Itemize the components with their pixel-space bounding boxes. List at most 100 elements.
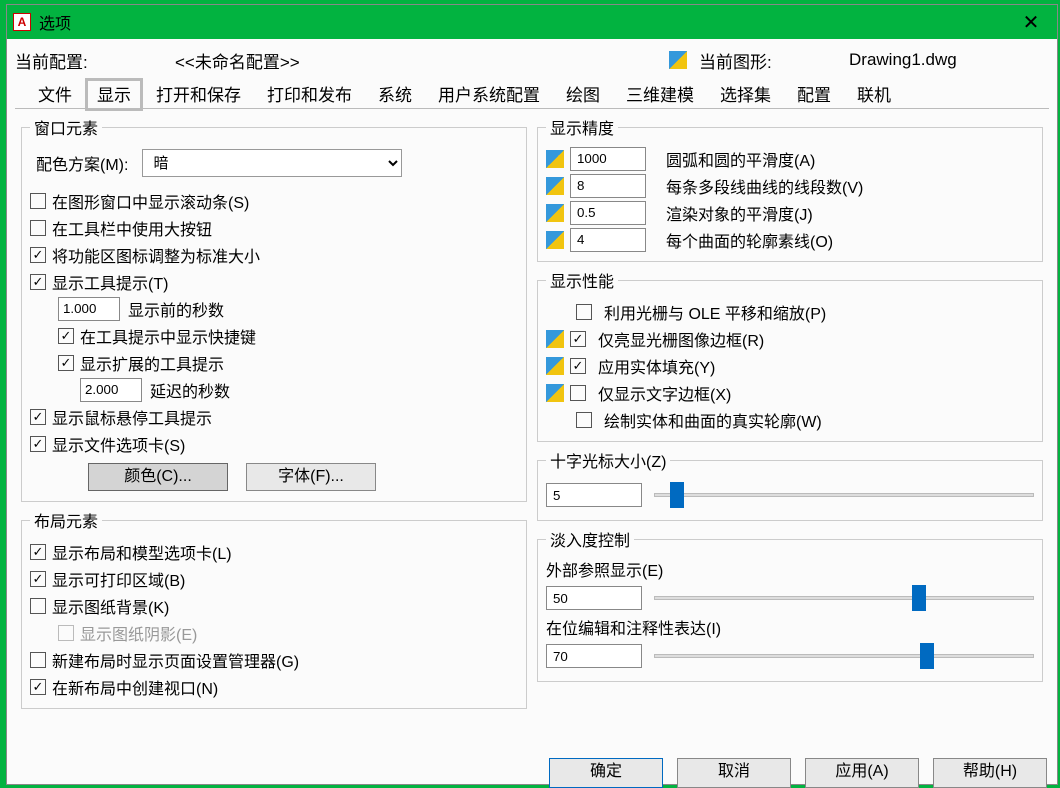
cb-pan-zoom-raster[interactable] [576,304,592,320]
current-drawing-value: Drawing1.dwg [849,50,1049,70]
lbl-create-viewport: 在新布局中创建视口(N) [52,675,218,699]
lbl-rollover-tooltips: 显示鼠标悬停工具提示 [52,405,212,429]
tab-drafting[interactable]: 绘图 [553,79,613,109]
lbl-show-tooltips: 显示工具提示(T) [52,270,168,294]
cb-show-tooltips[interactable] [30,274,46,290]
polyline-segments-label: 每条多段线曲线的线段数(V) [652,174,863,198]
lbl-shortcut-keys: 在工具提示中显示快捷键 [80,324,256,348]
apply-button[interactable]: 应用(A) [805,758,919,788]
tab-files[interactable]: 文件 [25,79,85,109]
current-profile-value: <<未命名配置>> [175,48,475,73]
dwg-icon [546,150,564,168]
tab-system[interactable]: 系统 [365,79,425,109]
group-fade-control: 淡入度控制 外部参照显示(E) 在位编辑和注释性表达(I) [537,527,1043,682]
group-crosshair-size: 十字光标大小(Z) [537,448,1043,521]
lbl-page-setup-mgr: 新建布局时显示页面设置管理器(G) [52,648,299,672]
window-title: 选项 [39,10,71,34]
cb-draw-true-silhouettes[interactable] [576,412,592,428]
lbl-large-buttons: 在工具栏中使用大按钮 [52,216,212,240]
cb-highlight-raster-frame[interactable] [570,331,586,347]
lbl-draw-true-silhouettes: 绘制实体和曲面的真实轮廓(W) [604,408,822,432]
tab-profiles[interactable]: 配置 [784,79,844,109]
lbl-text-boundary-only: 仅显示文字边框(X) [598,381,731,405]
group-layout-elements: 布局元素 显示布局和模型选项卡(L) 显示可打印区域(B) 显示图纸背景(K) … [21,508,527,709]
crosshair-size-slider[interactable] [654,482,1034,508]
lbl-file-tabs: 显示文件选项卡(S) [52,432,185,456]
cb-printable-area[interactable] [30,571,46,587]
tab-online[interactable]: 联机 [844,79,904,109]
colors-button[interactable]: 颜色(C)... [88,463,228,491]
tab-plot-publish[interactable]: 打印和发布 [254,79,365,109]
close-button[interactable]: ✕ [1011,7,1051,37]
arc-smoothness-input[interactable] [570,147,646,171]
color-scheme-select[interactable]: 暗 [142,149,402,177]
render-smoothness-input[interactable] [570,201,646,225]
tab-display[interactable]: 显示 [85,78,143,111]
contour-lines-input[interactable] [570,228,646,252]
xref-display-label: 外部参照显示(E) [546,557,1034,581]
dwg-icon [546,384,564,402]
xref-display-slider[interactable] [654,585,1034,611]
legend-display-resolution: 显示精度 [546,115,618,139]
color-scheme-label: 配色方案(M): [36,151,128,175]
cb-resize-ribbon-icons[interactable] [30,247,46,263]
legend-layout-elements: 布局元素 [30,508,102,532]
legend-fade-control: 淡入度控制 [546,527,634,551]
lbl-layout-model-tabs: 显示布局和模型选项卡(L) [52,540,232,564]
legend-crosshair-size: 十字光标大小(Z) [546,448,670,472]
xref-display-input[interactable] [546,586,642,610]
cb-file-tabs[interactable] [30,436,46,452]
dwg-icon [546,177,564,195]
lbl-highlight-raster-frame: 仅亮显光栅图像边框(R) [598,327,764,351]
tab-3d-modeling[interactable]: 三维建模 [613,79,707,109]
dwg-icon [546,330,564,348]
cb-apply-solid-fill[interactable] [570,358,586,374]
fonts-button[interactable]: 字体(F)... [246,463,376,491]
inplace-edit-input[interactable] [546,644,642,668]
cb-paper-shadow [58,625,74,641]
lbl-paper-background: 显示图纸背景(K) [52,594,169,618]
cb-paper-background[interactable] [30,598,46,614]
polyline-segments-input[interactable] [570,174,646,198]
ok-button[interactable]: 确定 [549,758,663,788]
inplace-edit-slider[interactable] [654,643,1034,669]
lbl-scrollbars: 在图形窗口中显示滚动条(S) [52,189,249,213]
dwg-icon [546,357,564,375]
app-icon: A [13,13,31,31]
extended-delay-label: 延迟的秒数 [142,378,230,402]
cb-page-setup-mgr[interactable] [30,652,46,668]
tabs: 文件 显示 打开和保存 打印和发布 系统 用户系统配置 绘图 三维建模 选择集 … [15,79,1049,109]
group-window-elements: 窗口元素 配色方案(M): 暗 在图形窗口中显示滚动条(S) 在工具栏中使用大按… [21,115,527,502]
cb-large-buttons[interactable] [30,220,46,236]
tab-open-save[interactable]: 打开和保存 [143,79,254,109]
lbl-apply-solid-fill: 应用实体填充(Y) [598,354,715,378]
help-button[interactable]: 帮助(H) [933,758,1047,788]
crosshair-size-input[interactable] [546,483,642,507]
lbl-pan-zoom-raster: 利用光栅与 OLE 平移和缩放(P) [604,300,826,324]
cb-create-viewport[interactable] [30,679,46,695]
cb-layout-model-tabs[interactable] [30,544,46,560]
tooltip-seconds-input[interactable] [58,297,120,321]
lbl-paper-shadow: 显示图纸阴影(E) [80,621,197,645]
group-display-resolution: 显示精度 圆弧和圆的平滑度(A) 每条多段线曲线的线段数(V) 渲染对象的平滑度… [537,115,1043,262]
tab-user-preferences[interactable]: 用户系统配置 [425,79,553,109]
drawing-icon [669,51,687,69]
cb-rollover-tooltips[interactable] [30,409,46,425]
render-smoothness-label: 渲染对象的平滑度(J) [652,201,813,225]
cb-shortcut-keys[interactable] [58,328,74,344]
titlebar: A 选项 ✕ [7,5,1057,39]
group-display-performance: 显示性能 利用光栅与 OLE 平移和缩放(P) 仅亮显光栅图像边框(R) 应用实… [537,268,1043,442]
legend-window-elements: 窗口元素 [30,115,102,139]
extended-delay-input[interactable] [80,378,142,402]
cb-text-boundary-only[interactable] [570,385,586,401]
lbl-printable-area: 显示可打印区域(B) [52,567,185,591]
cancel-button[interactable]: 取消 [677,758,791,788]
tab-selection[interactable]: 选择集 [707,79,784,109]
cb-extended-tooltips[interactable] [58,355,74,371]
current-profile-label: 当前配置: [15,48,175,73]
arc-smoothness-label: 圆弧和圆的平滑度(A) [652,147,815,171]
cb-scrollbars[interactable] [30,193,46,209]
lbl-extended-tooltips: 显示扩展的工具提示 [80,351,224,375]
contour-lines-label: 每个曲面的轮廓素线(O) [652,228,833,252]
current-drawing-label: 当前图形: [699,48,849,73]
